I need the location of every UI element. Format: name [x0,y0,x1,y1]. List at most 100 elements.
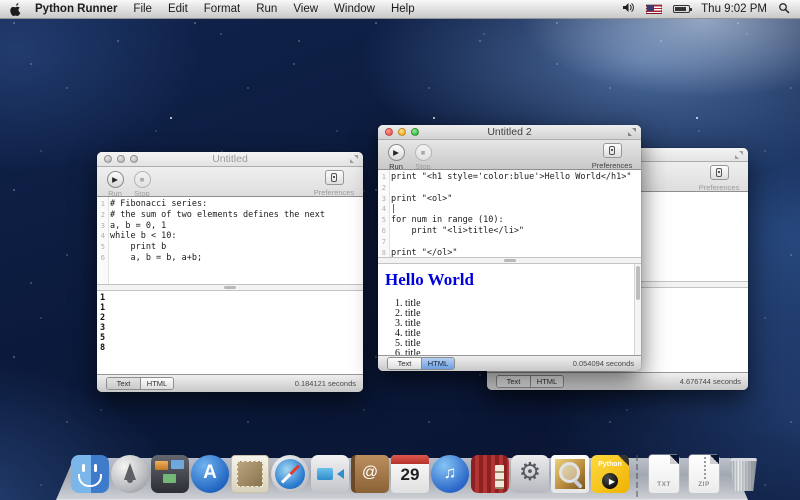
output-mode-switch: Text HTML [387,357,455,370]
stop-button[interactable]: ■ Stop [411,142,435,171]
code-editor[interactable]: 1 print "<h1 style='color:blue'>Hello Wo… [378,170,641,257]
horizontal-scrollbar[interactable] [378,257,641,264]
line-number: 5 [378,215,388,226]
minimize-button[interactable] [117,155,125,163]
menu-view[interactable]: View [293,3,318,15]
dock-app-store[interactable]: A [191,455,229,493]
text-tab[interactable]: Text [497,376,530,387]
titlebar[interactable]: Untitled 2 [378,125,641,140]
code-text: print b [107,242,166,253]
titlebar[interactable]: Untitled [97,152,363,167]
code-text: print "</ol>" [388,248,458,257]
menu-help[interactable]: Help [391,3,415,15]
dock-finder[interactable] [71,455,109,493]
minimize-button[interactable] [398,128,406,136]
output-list-item: title [405,299,641,309]
dock-launchpad[interactable] [111,455,149,493]
apple-menu-icon[interactable] [10,3,21,16]
output-line: 1 [100,303,363,313]
menu-file[interactable]: File [133,3,152,15]
horizontal-scrollbar[interactable] [97,284,363,291]
output-list-item: title [405,309,641,319]
dock-zip-document[interactable]: ZIP [685,455,723,493]
menu-format[interactable]: Format [204,3,240,15]
line-number: 6 [378,226,388,237]
preferences-button[interactable]: Preferences [311,169,357,197]
volume-icon[interactable] [622,2,635,16]
window-title: Untitled [212,153,248,165]
line-number: 7 [378,237,388,248]
zoom-button[interactable] [411,128,419,136]
app-menu[interactable]: Python Runner [35,3,117,15]
close-button[interactable] [104,155,112,163]
output-mode-switch: Text HTML [106,377,174,390]
run-icon: ▶ [107,171,124,188]
preferences-button[interactable]: Preferences [589,142,635,170]
dock-image-capture[interactable] [551,455,589,493]
dock-python-runner[interactable]: Python ▶ [591,455,629,493]
text-tab[interactable]: Text [388,358,421,369]
dock-safari[interactable] [271,455,309,493]
traffic-lights [385,128,419,136]
spotlight-icon[interactable] [778,2,790,17]
line-number: 4 [97,231,107,242]
fullscreen-icon[interactable] [350,155,358,163]
preferences-button[interactable]: Preferences [696,164,742,192]
window-footer: Text HTML 4.676744 seconds [487,372,748,390]
traffic-lights [104,155,138,163]
toolbar: ▶ Run ■ Stop Preferences [97,167,363,197]
dock-system-preferences[interactable]: ⚙ [511,455,549,493]
dock-photo-booth[interactable] [471,455,509,493]
fullscreen-icon[interactable] [628,128,636,136]
code-editor[interactable]: 1 # Fibonacci series: 2 # the sum of two… [97,197,363,284]
line-number: 4 [378,204,388,215]
dock-mail[interactable] [231,455,269,493]
line-number: 5 [97,242,107,253]
window-untitled2: Untitled 2 ▶ Run ■ Stop Preferences 1 pr… [378,125,641,371]
menu-edit[interactable]: Edit [168,3,188,15]
vertical-scrollbar[interactable] [634,264,641,355]
dock-contacts[interactable]: @ [351,455,389,493]
battery-icon[interactable] [673,5,690,13]
code-text: a, b = b, a+b; [107,253,202,264]
code-line: 8 print "</ol>" [378,248,641,257]
zoom-button[interactable] [130,155,138,163]
menu-run[interactable]: Run [256,3,277,15]
output-mode-switch: Text HTML [496,375,564,388]
dock-txt-document[interactable]: TXT [645,455,683,493]
output-area[interactable]: 112358 [97,291,363,374]
code-text: # the sum of two elements defines the ne… [107,210,325,221]
code-line: 6 a, b = b, a+b; [97,253,363,264]
preferences-icon [710,165,729,180]
close-button[interactable] [385,128,393,136]
us-flag-icon[interactable] [646,4,662,14]
stop-button[interactable]: ■ Stop [130,169,154,198]
menu-bar: Python Runner File Edit Format Run View Windo… [0,0,800,19]
html-tab[interactable]: HTML [421,358,454,369]
output-list-item: title [405,319,641,329]
fullscreen-icon[interactable] [735,151,743,159]
run-button[interactable]: ▶ Run [103,169,127,198]
dock: A [0,430,800,500]
code-text [388,237,396,248]
dock-divider[interactable] [631,455,643,493]
code-line: 5 print b [97,242,363,253]
html-tab[interactable]: HTML [530,376,563,387]
text-tab[interactable]: Text [107,378,140,389]
dock-calendar[interactable]: 29 [391,455,429,493]
dock-itunes[interactable]: ♫ [431,455,469,493]
menu-clock[interactable]: Thu 9:02 PM [701,3,767,15]
line-number: 2 [378,183,388,194]
code-line: 1 print "<h1 style='color:blue'>Hello Wo… [378,172,641,183]
menu-window[interactable]: Window [334,3,375,15]
html-tab[interactable]: HTML [140,378,173,389]
run-button[interactable]: ▶ Run [384,142,408,171]
menu-items: File Edit Format Run View Window Help [133,3,430,15]
dock-trash[interactable] [725,455,763,493]
dock-mission-control[interactable] [151,455,189,493]
elapsed-time: 0.184121 seconds [295,379,356,388]
dock-facetime[interactable] [311,455,349,493]
output-heading: Hello World [385,270,641,290]
html-output-area[interactable]: Hello World titletitletitletitletitletit… [378,264,641,355]
code-text: print "<h1 style='color:blue'>Hello Worl… [388,172,632,183]
